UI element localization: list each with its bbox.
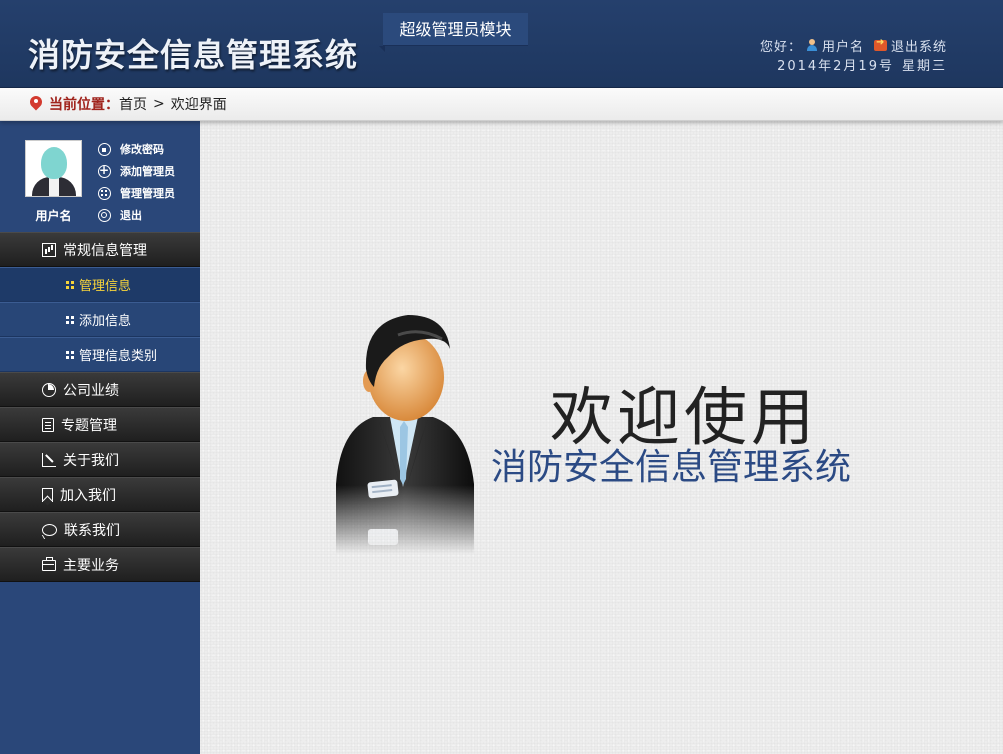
bar-chart-icon [42,242,56,257]
logout-link[interactable]: 退出系统 [891,36,947,55]
module-tag: 超级管理员模块 [383,13,528,46]
welcome-businessman-illustration [336,315,474,554]
exit-link[interactable]: 退出 [98,204,175,226]
welcome-system-name: 消防安全信息管理系统 [491,447,852,488]
sub-item-add-info[interactable]: 添加信息 [0,302,200,337]
sub-item-label: 管理信息 [79,279,132,294]
menu-group-label: 公司业绩 [63,382,119,399]
breadcrumb-current: 欢迎界面 [170,97,227,113]
header: 消防安全信息管理系统 超级管理员模块 您好： 用户名 退出系统 2014年2月1… [0,0,1003,88]
menu-group-label: 联系我们 [64,522,120,539]
lock-icon [98,142,111,156]
add-admin-link[interactable]: 添加管理员 [98,160,175,182]
manage-admin-link[interactable]: 管理管理员 [98,182,175,204]
bookmark-icon [42,487,53,502]
main-content: 欢迎使用 消防安全信息管理系统 [200,121,1003,754]
chat-icon [42,523,57,536]
weekday-text: 星期三 [901,59,947,74]
sub-item-label: 添加信息 [79,314,132,329]
quick-link-label: 修改密码 [120,143,164,156]
menu-group-label: 关于我们 [63,452,119,469]
breadcrumb: 当前位置： 首页 > 欢迎界面 [0,88,1003,121]
user-area: 您好： 用户名 退出系统 2014年2月19号星期三 [759,36,947,75]
location-pin-icon [30,96,42,112]
profile-panel: 用户名 修改密码 添加管理员 管理管理员 退出 [0,121,200,232]
breadcrumb-home-link[interactable]: 首页 [119,94,147,114]
menu-group-about-us[interactable]: 关于我们 [0,442,200,477]
power-icon [98,208,111,222]
pie-chart-icon [42,382,56,397]
change-password-link[interactable]: 修改密码 [98,138,175,160]
sidebar: 用户名 修改密码 添加管理员 管理管理员 退出 常规信息管理 管理信息 [0,121,200,754]
menu-group-label: 加入我们 [60,487,116,504]
menu-group-contact-us[interactable]: 联系我们 [0,512,200,547]
sub-item-label: 管理信息类别 [79,349,158,364]
plus-icon [98,164,111,178]
breadcrumb-separator: > [153,96,165,112]
menu-group-regular-info[interactable]: 常规信息管理 [0,232,200,267]
quick-link-label: 添加管理员 [120,165,175,178]
dots-icon [66,280,74,289]
menu-group-label: 主要业务 [63,557,119,574]
date-line: 2014年2月19号 星期三 [760,55,947,74]
briefcase-icon [42,557,56,571]
menu-group-join-us[interactable]: 加入我们 [0,477,200,512]
logout-icon[interactable] [873,37,887,51]
system-title: 消防安全信息管理系统 [28,36,359,74]
sub-item-manage-categories[interactable]: 管理信息类别 [0,337,200,372]
quick-link-label: 管理管理员 [120,187,175,200]
profile-username: 用户名 [35,209,72,223]
dots-icon [66,350,74,359]
menu-group-topics[interactable]: 专题管理 [0,407,200,442]
edit-icon [42,452,56,467]
username-link[interactable]: 用户名 [822,36,864,55]
menu-group-label: 常规信息管理 [63,242,147,259]
quick-links: 修改密码 添加管理员 管理管理员 退出 [98,138,175,226]
sub-item-manage-info[interactable]: 管理信息 [0,267,200,302]
menu-group-label: 专题管理 [61,417,117,434]
menu-group-company-performance[interactable]: 公司业绩 [0,372,200,407]
breadcrumb-label: 当前位置： [49,97,119,113]
module-tag-tail [379,46,385,52]
user-icon [806,39,818,51]
menu-group-main-business[interactable]: 主要业务 [0,547,200,582]
avatar[interactable] [25,140,82,197]
quick-link-label: 退出 [120,209,142,222]
dots-icon [66,315,74,324]
document-icon [42,417,54,432]
grid-icon [98,186,111,200]
greeting-text: 您好： [759,39,802,55]
date-text: 2014年2月19号 [777,59,894,74]
